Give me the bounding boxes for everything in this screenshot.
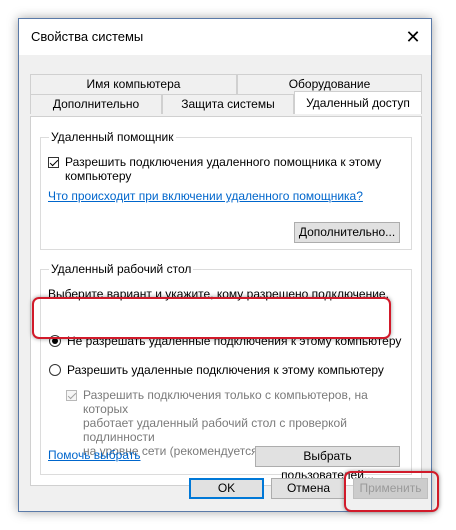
tab-advanced[interactable]: Дополнительно	[30, 94, 162, 114]
select-users-button[interactable]: Выбрать пользователей...	[255, 446, 400, 482]
close-button[interactable]: ✕	[395, 19, 431, 55]
allow-assistance-label-line2: компьютеру	[65, 169, 132, 183]
close-icon: ✕	[405, 26, 421, 47]
assistance-checkbox-row[interactable]: Разрешить подключения удаленного помощни…	[48, 155, 381, 183]
apply-button[interactable]: Применить	[353, 478, 428, 499]
allow-assistance-label-line1: Разрешить подключения удаленного помощни…	[65, 155, 382, 169]
tab-panel-remote: Удаленный помощник Разрешить подключения…	[30, 116, 422, 486]
deny-connections-radio[interactable]	[49, 335, 61, 347]
radio-deny-row[interactable]: Не разрешать удаленные подключения к это…	[49, 334, 401, 348]
remote-desktop-title: Удаленный рабочий стол	[49, 262, 194, 276]
advanced-button[interactable]: Дополнительно...	[294, 222, 400, 243]
cancel-button[interactable]: Отмена	[271, 478, 346, 499]
system-properties-window: Свойства системы ✕ Имя компьютера Оборуд…	[18, 18, 432, 512]
tab-system-protection[interactable]: Защита системы	[162, 94, 294, 114]
remote-desktop-group: Удаленный рабочий стол Выберите вариант …	[40, 262, 412, 482]
allow-connections-radio[interactable]	[49, 364, 61, 376]
nla-label-line1: Разрешить подключения только с компьютер…	[83, 388, 368, 416]
remote-desktop-instruction: Выберите вариант и укажите, кому разреше…	[48, 287, 389, 301]
help-choose-link[interactable]: Помочь выбрать	[48, 448, 141, 462]
remote-assistance-title: Удаленный помощник	[49, 130, 176, 144]
allow-connections-label: Разрешить удаленные подключения к этому …	[67, 363, 384, 377]
assistance-info-link[interactable]: Что происходит при включении удаленного …	[48, 189, 363, 203]
radio-allow-row[interactable]: Разрешить удаленные подключения к этому …	[49, 363, 384, 377]
tab-row-2: Дополнительно Защита системы Удаленный д…	[30, 91, 422, 114]
title-bar: Свойства системы ✕	[19, 19, 431, 55]
window-title: Свойства системы	[31, 29, 144, 44]
allow-assistance-label: Разрешить подключения удаленного помощни…	[65, 155, 381, 183]
deny-connections-label: Не разрешать удаленные подключения к это…	[67, 334, 402, 348]
nla-label-line2: работает удаленный рабочий стол с провер…	[83, 416, 347, 444]
ok-button[interactable]: OK	[189, 478, 264, 499]
nla-checkbox[interactable]	[66, 390, 77, 401]
allow-assistance-checkbox[interactable]	[48, 157, 59, 168]
remote-assistance-group: Удаленный помощник Разрешить подключения…	[40, 130, 412, 250]
tab-computer-name[interactable]: Имя компьютера	[30, 74, 237, 94]
tab-remote-access[interactable]: Удаленный доступ	[294, 91, 422, 114]
